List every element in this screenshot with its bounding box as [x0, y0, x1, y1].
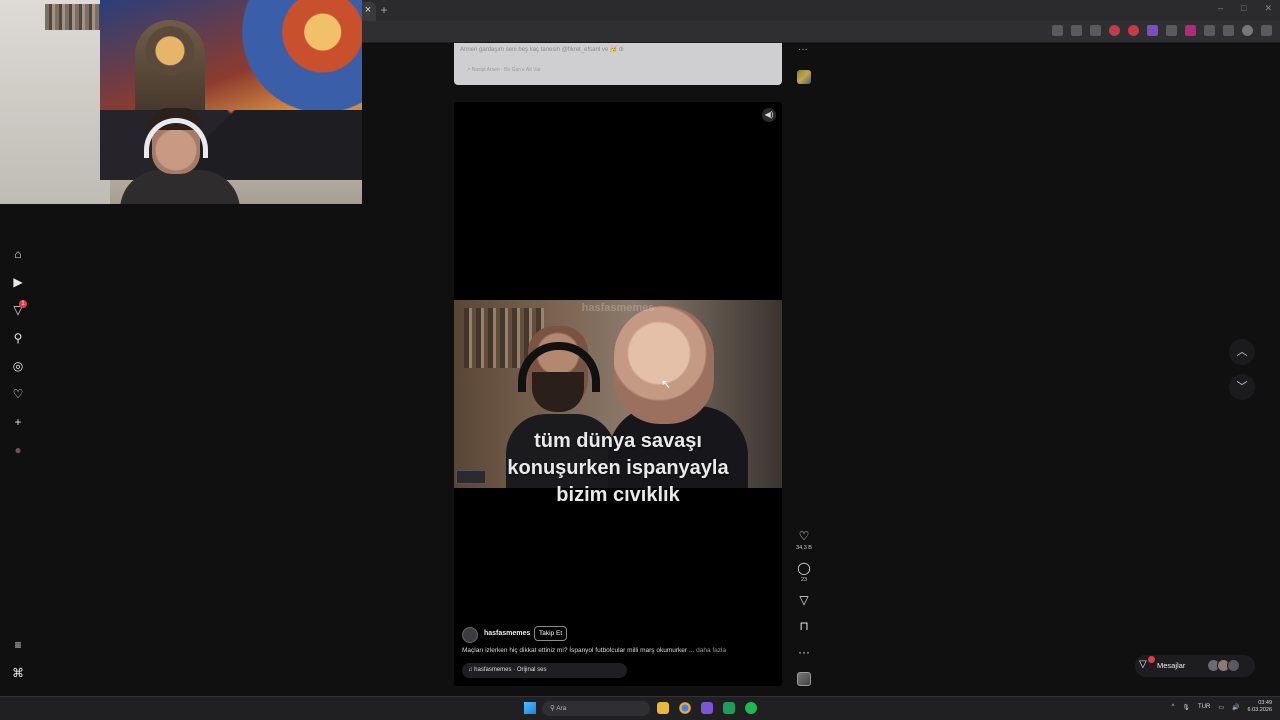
search-icon[interactable]: ⚲	[11, 331, 25, 345]
windows-taskbar: ⚲ Ara ^ 🎙 TUR ▭ 🔊 03:49 6.03.2026	[0, 696, 1280, 720]
microphone-icon[interactable]: 🎙	[1182, 704, 1190, 711]
messages-notification-dot	[1148, 656, 1155, 663]
messages-button[interactable]: ▽ Mesajlar	[1135, 655, 1255, 677]
streamer	[120, 108, 240, 204]
audio-link[interactable]: ♫ hasfasmemes · Orijinal ses	[462, 663, 627, 678]
taskbar-search-placeholder: Ara	[556, 705, 567, 712]
reel-footer: hasfasmemes Takip Et Maçları izlerken hi…	[454, 622, 782, 686]
xbox-app-icon[interactable]	[723, 702, 735, 714]
new-tab-button[interactable]: +	[378, 3, 390, 17]
more-options-icon[interactable]: ···	[797, 645, 811, 659]
profile-avatar-icon[interactable]: ●	[11, 443, 25, 457]
ext-3-icon[interactable]	[1128, 25, 1139, 36]
display-icon[interactable]: ▭	[1218, 704, 1224, 711]
clock[interactable]: 03:49 6.03.2026	[1248, 700, 1272, 714]
more-link[interactable]: daha fazla	[696, 647, 726, 654]
system-tray: ^ 🎙 TUR ▭ 🔊 03:49 6.03.2026	[1172, 700, 1272, 714]
previous-post-more-icon[interactable]: ···	[798, 44, 808, 55]
reel-description: Maçları izlerken hiç dikkat ettiniz mi? …	[462, 647, 782, 654]
clock-time: 03:49	[1258, 700, 1272, 706]
ext-2-icon[interactable]	[1109, 25, 1120, 36]
previous-post[interactable]: Annen gardaşım seni beş kaç tanesin @fik…	[454, 43, 782, 85]
chrome-icon[interactable]	[679, 702, 691, 714]
person-right-head	[614, 306, 714, 424]
puzzle-icon[interactable]	[1204, 25, 1215, 36]
home-icon[interactable]: ⌂	[11, 247, 25, 261]
previous-post-audio[interactable]: ↗ Nasipi Arsen · Bir Gün'e Ait Var	[466, 67, 541, 73]
menu-icon[interactable]	[1261, 25, 1272, 36]
caption-line-1: tüm dünya savaşı	[534, 430, 702, 452]
cast-icon[interactable]	[1052, 25, 1063, 36]
maximize-button[interactable]: □	[1241, 3, 1246, 14]
comment-count: 23	[800, 577, 808, 583]
notifications-icon[interactable]: ♡	[11, 387, 25, 401]
taskbar-search[interactable]: ⚲ Ara	[542, 701, 650, 716]
windows-start-icon[interactable]	[524, 702, 536, 714]
screen: × + – □ ✕ ⌂ ▶ ▽ 1 ⚲ ◎ ♡ + ● ≡ ⌘ Annen ga…	[0, 0, 1280, 720]
reels-icon[interactable]: ▶	[11, 275, 25, 289]
like-icon[interactable]: ♡	[797, 529, 811, 543]
toolbar-icons	[1052, 25, 1272, 36]
file-explorer-icon[interactable]	[657, 702, 669, 714]
ext-6-icon[interactable]	[1185, 25, 1196, 36]
messages-label: Mesajlar	[1157, 661, 1186, 670]
audio-thumbnail[interactable]	[797, 672, 811, 686]
reel-player[interactable]: ◀) hasfasmemes tüm dünya savaşı konuşurk…	[454, 102, 782, 686]
bookshelf	[0, 0, 110, 204]
clock-date: 6.03.2026	[1247, 707, 1272, 713]
caption-line-2: konuşurken ispanyayla	[507, 457, 729, 479]
tray-overflow-icon[interactable]: ^	[1172, 704, 1175, 710]
explore-icon[interactable]: ◎	[11, 359, 25, 373]
profile-icon[interactable]	[1242, 25, 1253, 36]
previous-reel-button[interactable]: ︿	[1229, 339, 1255, 365]
video-watermark: hasfasmemes	[581, 302, 655, 314]
meta-icon[interactable]: ⌘	[11, 666, 25, 680]
share-icon[interactable]: ▽	[797, 593, 811, 607]
previous-post-text: Annen gardaşım seni beş kaç tanesin @fik…	[460, 47, 624, 53]
previous-audio-thumb[interactable]	[797, 70, 811, 84]
taskbar-search-icon: ⚲	[550, 705, 555, 712]
spotify-icon[interactable]	[745, 702, 757, 714]
author-avatar[interactable]	[462, 627, 478, 643]
ext-4-icon[interactable]	[1147, 25, 1158, 36]
bookmark-icon[interactable]: ⊓	[797, 619, 811, 633]
author-username[interactable]: hasfasmemes	[484, 630, 530, 637]
next-reel-button[interactable]: ﹀	[1229, 374, 1255, 400]
send-icon: ▽	[1139, 659, 1147, 670]
message-avatar-3	[1227, 659, 1240, 672]
comment-icon[interactable]: ◯	[797, 561, 811, 575]
playlist-icon[interactable]	[1223, 25, 1234, 36]
reel-caption: tüm dünya savaşı konuşurken ispanyayla b…	[454, 428, 782, 509]
volume-icon[interactable]: 🔊	[1232, 704, 1239, 711]
more-menu-icon[interactable]: ≡	[11, 638, 25, 652]
follow-button[interactable]: Takip Et	[534, 626, 568, 641]
close-window-button[interactable]: ✕	[1264, 3, 1272, 14]
discord-icon[interactable]	[701, 702, 713, 714]
ext-5-icon[interactable]	[1166, 25, 1177, 36]
books	[45, 4, 105, 30]
caption-line-3: bizim cıvıklık	[556, 484, 680, 506]
description-text: Maçları izlerken hiç dikkat ettiniz mi? …	[462, 647, 695, 654]
mouse-cursor-icon: ↖	[661, 377, 672, 391]
streamer-torso	[120, 170, 240, 204]
message-avatars	[1207, 659, 1247, 673]
like-count[interactable]: 34,3 B	[791, 545, 817, 551]
window-controls: – □ ✕	[1218, 3, 1272, 14]
webcam-overlay	[0, 0, 362, 204]
create-icon[interactable]: +	[11, 415, 25, 429]
tab-close-button[interactable]: ×	[362, 3, 374, 17]
minimize-button[interactable]: –	[1218, 3, 1223, 14]
language-indicator[interactable]: TUR	[1198, 704, 1210, 710]
star-icon[interactable]	[1071, 25, 1082, 36]
mute-icon[interactable]: ◀)	[762, 108, 776, 122]
messages-badge: 1	[19, 300, 27, 308]
ext-1-icon[interactable]	[1090, 25, 1101, 36]
